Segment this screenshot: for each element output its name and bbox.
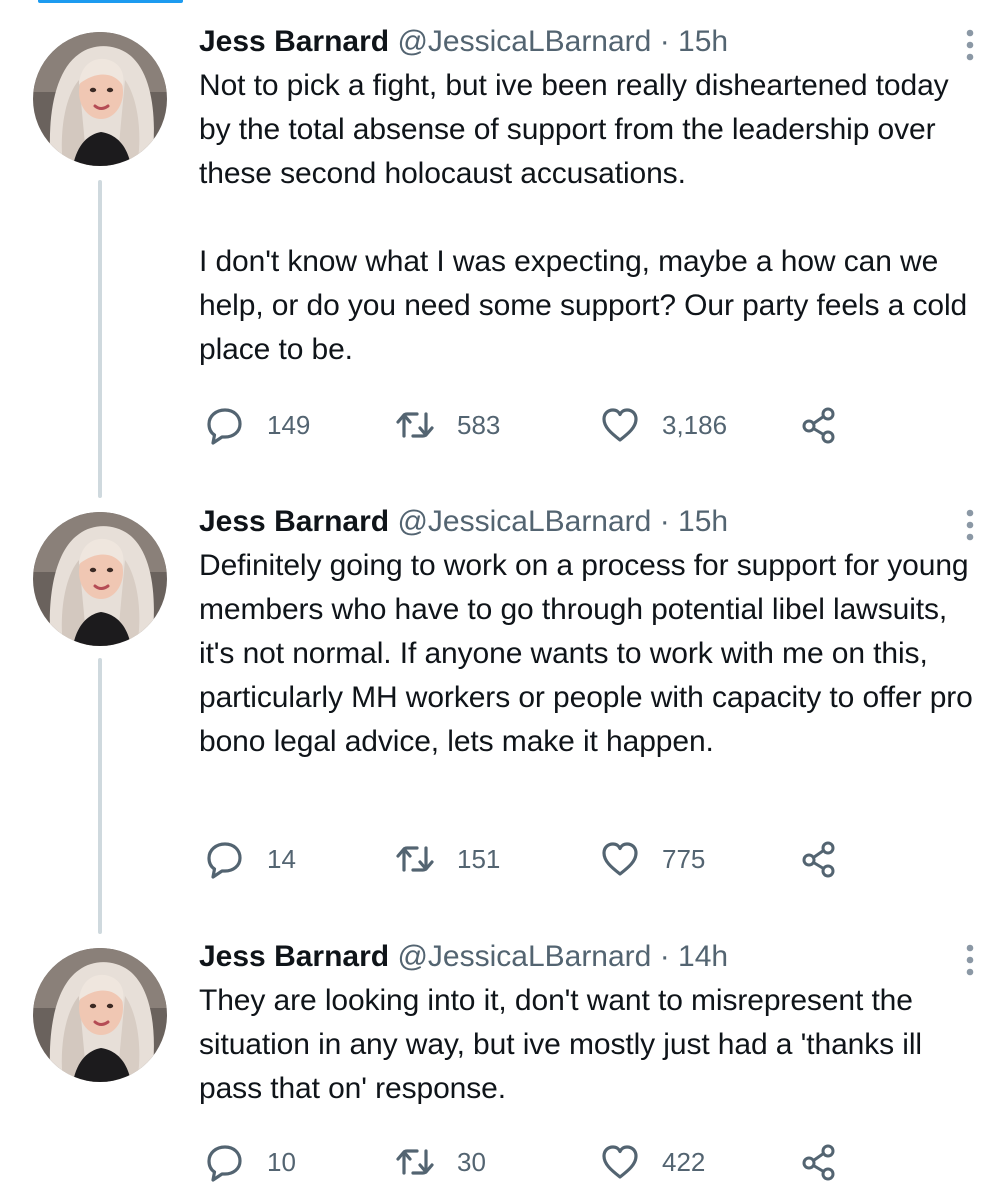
retweet-count: 151 bbox=[457, 843, 501, 874]
retweet-icon bbox=[396, 412, 434, 438]
author-name[interactable]: Jess Barnard bbox=[199, 505, 389, 538]
retweet-icon bbox=[396, 1149, 434, 1175]
tweet-header: Jess Barnard @JessicaLBarnard · 14h bbox=[199, 937, 974, 977]
author-name[interactable]: Jess Barnard bbox=[199, 940, 389, 973]
avatar[interactable] bbox=[33, 32, 167, 166]
retweet-button[interactable]: 30 bbox=[395, 1140, 486, 1184]
heart-icon bbox=[602, 842, 638, 876]
avatar-image bbox=[33, 512, 167, 646]
like-count: 3,186 bbox=[662, 409, 728, 440]
avatar[interactable] bbox=[33, 512, 167, 646]
tweet-actions: 149 583 3,186 bbox=[199, 403, 899, 447]
separator-dot: · bbox=[659, 505, 670, 538]
separator-dot: · bbox=[659, 25, 670, 58]
timestamp[interactable]: 15h bbox=[678, 505, 728, 538]
tweet-header: Jess Barnard @JessicaLBarnard · 15h bbox=[199, 502, 974, 542]
author-handle[interactable]: @JessicaLBarnard bbox=[397, 25, 651, 58]
reply-icon bbox=[207, 842, 242, 879]
retweet-button[interactable]: 583 bbox=[395, 403, 500, 447]
retweet-icon bbox=[396, 846, 434, 872]
share-icon bbox=[802, 407, 835, 444]
like-button[interactable]: 775 bbox=[600, 837, 705, 881]
reply-button[interactable]: 149 bbox=[205, 403, 310, 447]
avatar[interactable] bbox=[33, 948, 167, 1082]
like-count: 775 bbox=[662, 843, 706, 874]
separator-dot: · bbox=[659, 940, 670, 973]
more-options-icon[interactable] bbox=[960, 28, 980, 62]
author-handle[interactable]: @JessicaLBarnard bbox=[397, 940, 651, 973]
like-button[interactable]: 3,186 bbox=[600, 403, 727, 447]
thread-connector-line bbox=[98, 658, 102, 934]
reply-button[interactable]: 14 bbox=[205, 837, 296, 881]
share-button[interactable] bbox=[799, 837, 839, 881]
timestamp[interactable]: 15h bbox=[678, 25, 728, 58]
reply-count: 10 bbox=[267, 1146, 296, 1177]
reply-button[interactable]: 10 bbox=[205, 1140, 296, 1184]
reply-count: 149 bbox=[267, 409, 311, 440]
more-options-icon[interactable] bbox=[960, 943, 980, 977]
share-icon bbox=[802, 1144, 835, 1181]
reply-icon bbox=[207, 408, 242, 445]
reply-count: 14 bbox=[267, 843, 296, 874]
retweet-count: 30 bbox=[457, 1146, 486, 1177]
more-options-icon[interactable] bbox=[960, 508, 980, 542]
timestamp[interactable]: 14h bbox=[678, 940, 728, 973]
like-button[interactable]: 422 bbox=[600, 1140, 705, 1184]
share-button[interactable] bbox=[799, 1140, 839, 1184]
tweet-header: Jess Barnard @JessicaLBarnard · 15h bbox=[199, 22, 974, 62]
retweet-button[interactable]: 151 bbox=[395, 837, 500, 881]
heart-icon bbox=[602, 408, 638, 442]
tweet-text: Definitely going to work on a process fo… bbox=[199, 549, 982, 758]
share-icon bbox=[802, 841, 835, 878]
retweet-count: 583 bbox=[457, 409, 501, 440]
tweet-thread: Jess Barnard @JessicaLBarnard · 15h Not … bbox=[0, 0, 997, 1200]
reply-icon bbox=[207, 1145, 242, 1182]
share-button[interactable] bbox=[799, 403, 839, 447]
tab-indicator bbox=[38, 0, 183, 3]
tweet-actions: 10 30 422 bbox=[199, 1140, 899, 1184]
tweet-text: They are looking into it, don't want to … bbox=[199, 984, 931, 1105]
tweet-actions: 14 151 775 bbox=[199, 837, 899, 881]
author-name[interactable]: Jess Barnard bbox=[199, 25, 389, 58]
tweet-text: Not to pick a fight, but ive been really… bbox=[199, 69, 968, 366]
avatar-image bbox=[33, 948, 167, 1082]
author-handle[interactable]: @JessicaLBarnard bbox=[397, 505, 651, 538]
avatar-image bbox=[33, 32, 167, 166]
heart-icon bbox=[602, 1145, 638, 1179]
thread-connector-line bbox=[98, 180, 102, 498]
like-count: 422 bbox=[662, 1146, 706, 1177]
